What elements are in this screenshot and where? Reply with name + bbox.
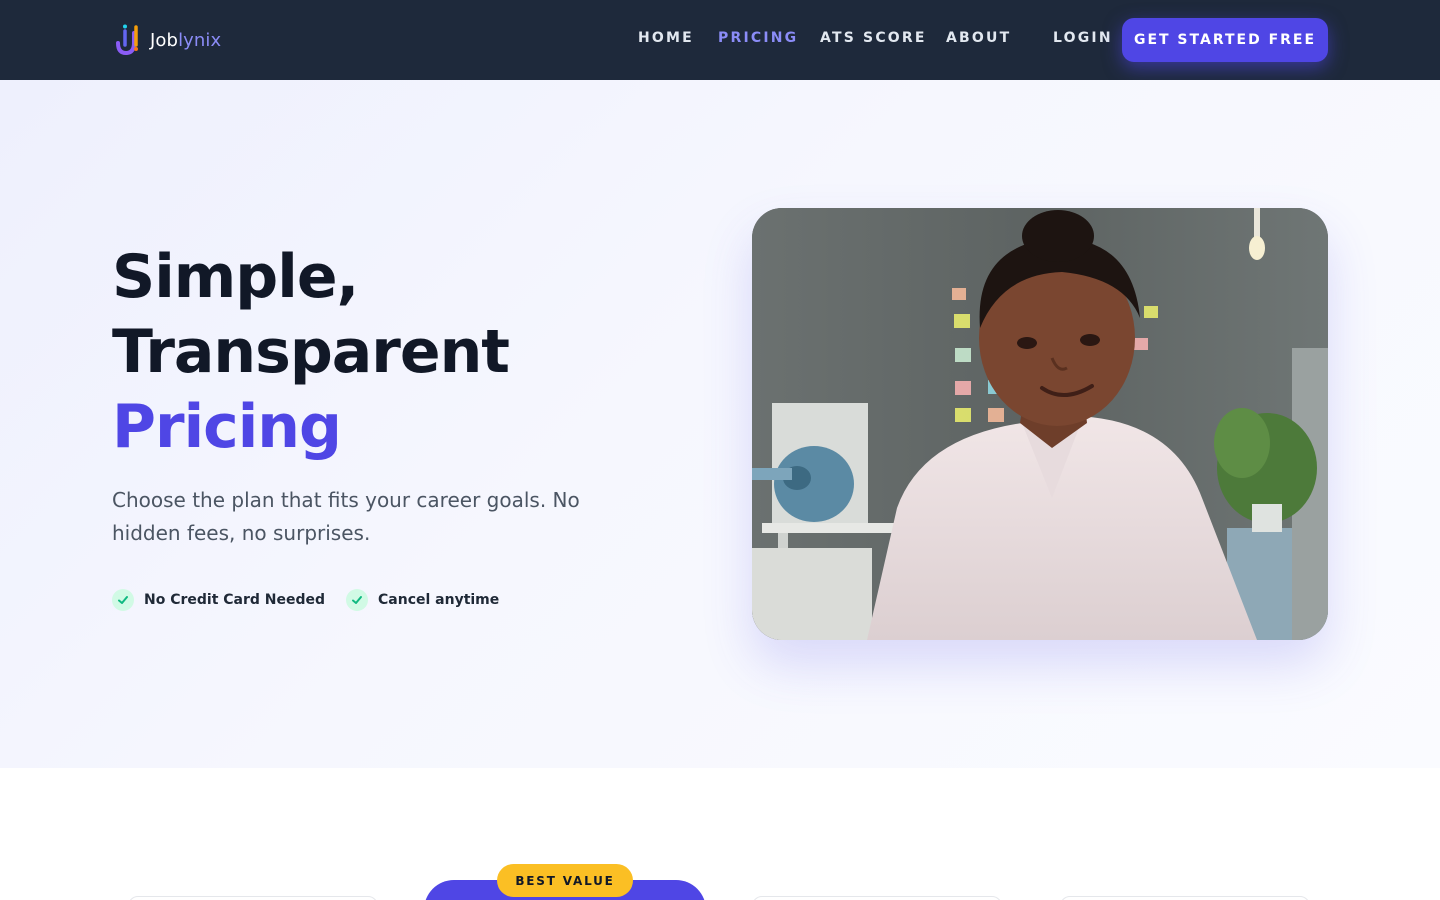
brand-name: Joblynix	[150, 29, 222, 51]
page-title: Simple, Transparent Pricing	[112, 240, 510, 465]
joblynix-logo-icon	[116, 24, 138, 56]
pricing-card-1[interactable]	[128, 896, 378, 900]
feature-no-credit-card: No Credit Card Needed	[112, 589, 325, 611]
nav-link-about[interactable]: ABOUT	[946, 30, 1011, 46]
hero-section: Simple, Transparent Pricing Choose the p…	[0, 80, 1440, 768]
top-navbar: Joblynix HOME PRICING ATS SCORE ABOUT LO…	[0, 0, 1440, 80]
woman-at-desk-photo	[752, 208, 1328, 640]
headline-line-2: Transparent	[112, 317, 510, 387]
feature-cancel-anytime: Cancel anytime	[346, 589, 499, 611]
hero-photo	[752, 208, 1328, 640]
login-link[interactable]: LOGIN	[1053, 30, 1113, 46]
get-started-button[interactable]: GET STARTED FREE	[1122, 18, 1328, 62]
pricing-section: BEST VALUE	[0, 768, 1440, 900]
headline-line-1: Simple,	[112, 242, 359, 312]
feature-label: Cancel anytime	[378, 592, 500, 608]
brand-logo[interactable]: Joblynix	[114, 22, 221, 58]
feature-label: No Credit Card Needed	[144, 592, 326, 608]
check-icon	[346, 589, 368, 611]
nav-link-pricing[interactable]: PRICING	[718, 30, 798, 46]
check-icon	[112, 589, 134, 611]
pricing-card-4[interactable]	[1060, 896, 1310, 900]
headline-accent: Pricing	[112, 392, 342, 462]
pricing-card-3[interactable]	[752, 896, 1002, 900]
best-value-badge: BEST VALUE	[497, 864, 633, 897]
hero-subtext: Choose the plan that fits your career go…	[112, 488, 580, 545]
nav-link-home[interactable]: HOME	[638, 30, 694, 46]
nav-link-ats-score[interactable]: ATS SCORE	[820, 30, 927, 46]
